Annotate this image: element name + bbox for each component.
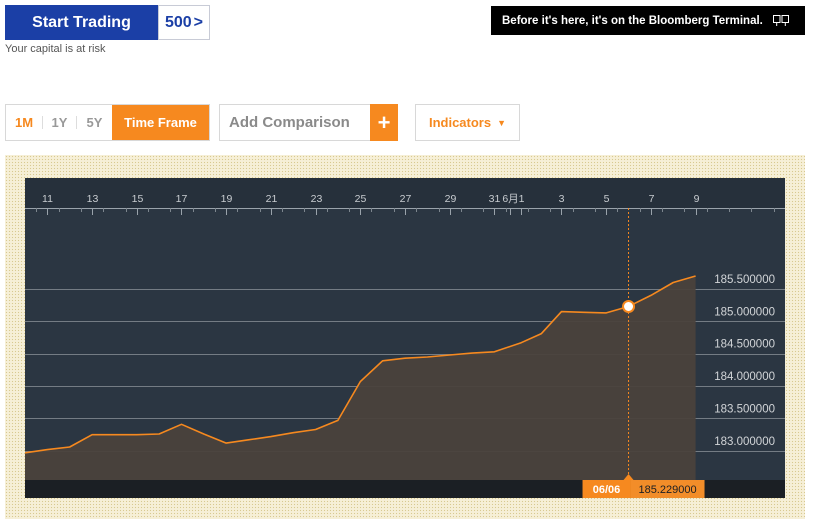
x-tick-label: 6月 (502, 193, 518, 205)
add-comparison-input[interactable]: Add Comparison (219, 104, 371, 141)
risk-disclaimer: Your capital is at risk (5, 43, 106, 55)
x-tick-label: 23 (311, 193, 323, 205)
monitor-icon (772, 14, 789, 26)
x-tick-label: 1 (519, 193, 525, 205)
x-tick-label: 25 (355, 193, 367, 205)
price-chart[interactable]: 11 13 15 17 19 21 23 25 27 29 31 6月 1 3 5 7 9183.0000001… (25, 178, 785, 498)
broker-500-label: 500 (164, 13, 192, 31)
bloomberg-banner-text: Before it's here, it's on the Bloomberg … (502, 14, 763, 27)
start-trading-button[interactable]: Start Trading (5, 5, 158, 40)
plus-icon: + (377, 109, 391, 135)
start-trading-label: Start Trading (32, 13, 131, 31)
period-1m-button[interactable]: 1M (6, 105, 42, 140)
x-tick-label: 17 (176, 193, 188, 205)
time-frame-button[interactable]: Time Frame (112, 105, 209, 140)
y-tick-label: 185.500000 (714, 274, 775, 286)
x-tick-label: 19 (221, 193, 233, 205)
period-5y-button[interactable]: 5Y (77, 105, 112, 140)
period-1y-button[interactable]: 1Y (43, 105, 76, 140)
period-selector: 1M 1Y 5Y Time Frame (5, 104, 210, 141)
indicators-dropdown[interactable]: Indicators ▼ (415, 104, 520, 141)
y-tick-label: 184.000000 (714, 371, 775, 383)
y-tick-label: 183.500000 (714, 403, 775, 415)
cursor-point (622, 300, 636, 314)
x-tick-label: 11 (42, 193, 53, 205)
y-tick-label: 184.500000 (714, 339, 775, 351)
x-tick-label: 5 (604, 193, 610, 205)
add-comparison-button[interactable]: + (370, 104, 398, 141)
broker-500-badge[interactable]: 500 > (158, 5, 210, 40)
y-tick-label: 185.000000 (714, 306, 775, 318)
indicators-label: Indicators (428, 115, 492, 130)
x-tick-label: 13 (87, 193, 99, 205)
caret-down-icon: ▼ (497, 117, 507, 128)
x-tick-label: 3 (559, 193, 565, 205)
x-tick-label: 9 (694, 193, 700, 205)
x-tick-label: 7 (649, 193, 655, 205)
cursor-value-label: 185.229000 (638, 484, 696, 496)
x-tick-label: 15 (132, 193, 144, 205)
y-tick-label: 183.000000 (714, 436, 775, 448)
x-tick-label: 21 (266, 193, 278, 205)
x-tick-label: 27 (400, 193, 412, 205)
cursor-date-label: 06/06 (593, 484, 621, 496)
chevron-right-icon: > (193, 13, 204, 31)
x-tick-label: 31 (489, 193, 501, 205)
bloomberg-banner[interactable]: Before it's here, it's on the Bloomberg … (491, 6, 805, 35)
x-tick-label: 29 (445, 193, 457, 205)
